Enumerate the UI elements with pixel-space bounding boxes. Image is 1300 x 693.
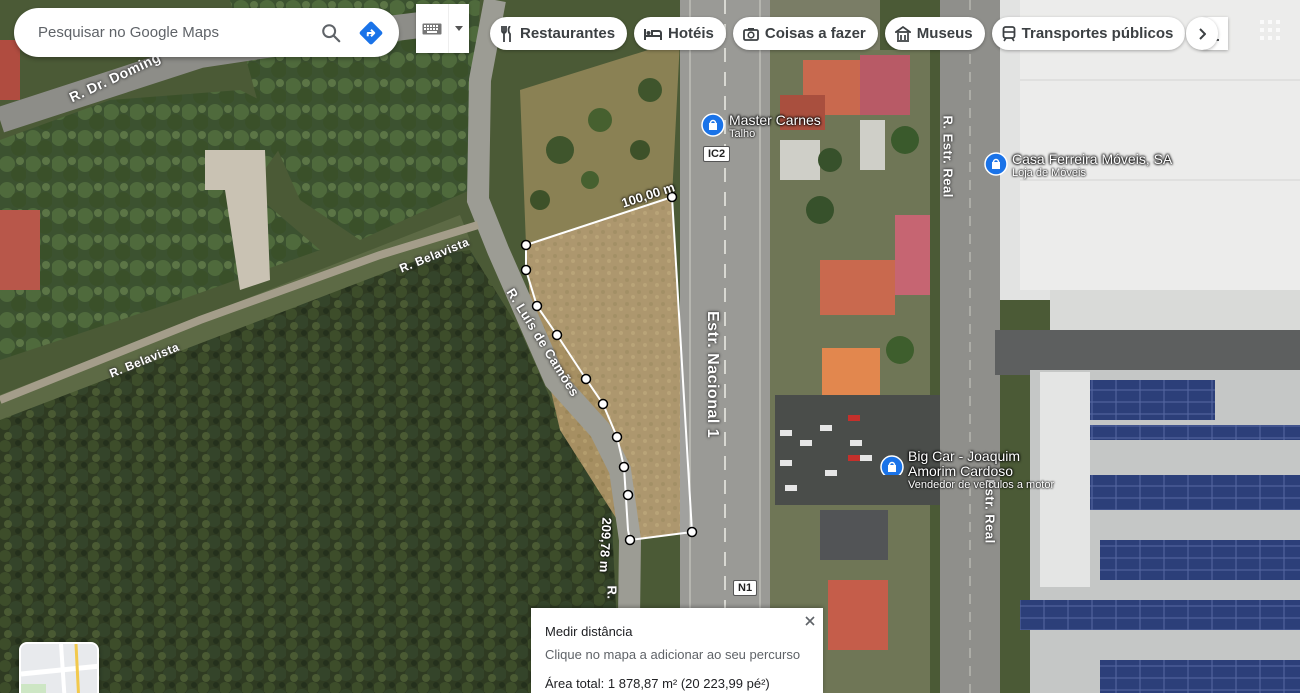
input-tools-dropdown[interactable] (448, 4, 469, 53)
museum-icon (894, 25, 911, 42)
input-tools (416, 4, 469, 53)
directions-button[interactable] (351, 13, 391, 53)
chip-label: Transportes públicos (1021, 25, 1174, 42)
place-master-carnes[interactable]: Master Carnes Talho (701, 113, 821, 140)
chip-transportes-publicos[interactable]: Transportes públicos (991, 17, 1186, 50)
measure-title: Medir distância (545, 624, 633, 639)
bed-icon (644, 28, 663, 40)
road-shield-ic2: IC2 (703, 146, 731, 162)
keyboard-button[interactable] (416, 4, 448, 53)
chip-label: Hotéis (668, 25, 714, 42)
place-category: Talho (729, 128, 756, 140)
map-thumbnail-icon (21, 644, 97, 693)
measure-distance-panel: Medir distância Clique no mapa a adicion… (531, 608, 823, 693)
place-name: Master Carnes (729, 112, 821, 128)
fork-knife-icon (501, 25, 511, 42)
chip-coisas-a-fazer[interactable]: Coisas a fazer (732, 17, 878, 50)
measure-hint: Clique no mapa a adicionar ao seu percur… (545, 647, 801, 662)
place-name: Casa Ferreira Móveis, SA (1012, 151, 1173, 167)
place-category: Vendedor de veículos a motor (908, 479, 1055, 491)
place-casa-ferreira[interactable]: Casa Ferreira Móveis, SA Loja de Móveis (984, 152, 1172, 179)
street-label-nacional: Estr. Nacional 1 (704, 311, 721, 439)
place-big-car[interactable]: Big Car - Joaquim Amorim Cardoso Vendedo… (880, 449, 1054, 491)
layers-button[interactable] (19, 642, 99, 693)
search-box (14, 8, 399, 57)
transit-icon (1002, 25, 1016, 41)
chevron-right-icon (1199, 27, 1206, 40)
search-input[interactable] (14, 8, 311, 57)
measure-segment-label-2: 209,78 m (596, 517, 615, 573)
chip-label: Restaurantes (520, 25, 616, 42)
close-button[interactable] (801, 612, 819, 630)
shopping-pin-icon (880, 455, 904, 475)
satellite-map[interactable] (0, 0, 1300, 693)
directions-icon (359, 21, 383, 44)
apps-grid-icon[interactable] (1258, 18, 1282, 42)
shopping-pin-icon (701, 113, 725, 137)
street-label-real-1: R. Estr. Real (940, 115, 956, 198)
chip-restaurantes[interactable]: Restaurantes (490, 17, 628, 50)
chips-next-button[interactable] (1186, 17, 1218, 50)
camera-icon (742, 27, 759, 41)
road-shield-n1: N1 (733, 580, 758, 596)
search-button[interactable] (311, 13, 351, 53)
chip-museus[interactable]: Museus (884, 17, 985, 50)
chip-hoteis[interactable]: Hotéis (634, 17, 726, 50)
place-category: Loja de Móveis (1012, 167, 1086, 179)
caret-down-icon (455, 26, 463, 31)
search-icon (322, 23, 341, 42)
measure-total-area: Área total: 1 878,87 m² (20 223,99 pé²) (545, 676, 770, 691)
place-name-line1: Big Car - Joaquim (908, 448, 1021, 464)
keyboard-icon (422, 23, 442, 34)
close-icon (805, 616, 815, 626)
chip-label: Museus (916, 25, 973, 42)
category-chips: Restaurantes Hotéis Coisas a fazer Museu… (490, 17, 1229, 50)
shopping-pin-icon (984, 152, 1008, 176)
chip-label: Coisas a fazer (764, 25, 866, 42)
place-name-line2: Amorim Cardoso (908, 463, 1014, 479)
street-label-bottom-left: R. (604, 585, 620, 600)
